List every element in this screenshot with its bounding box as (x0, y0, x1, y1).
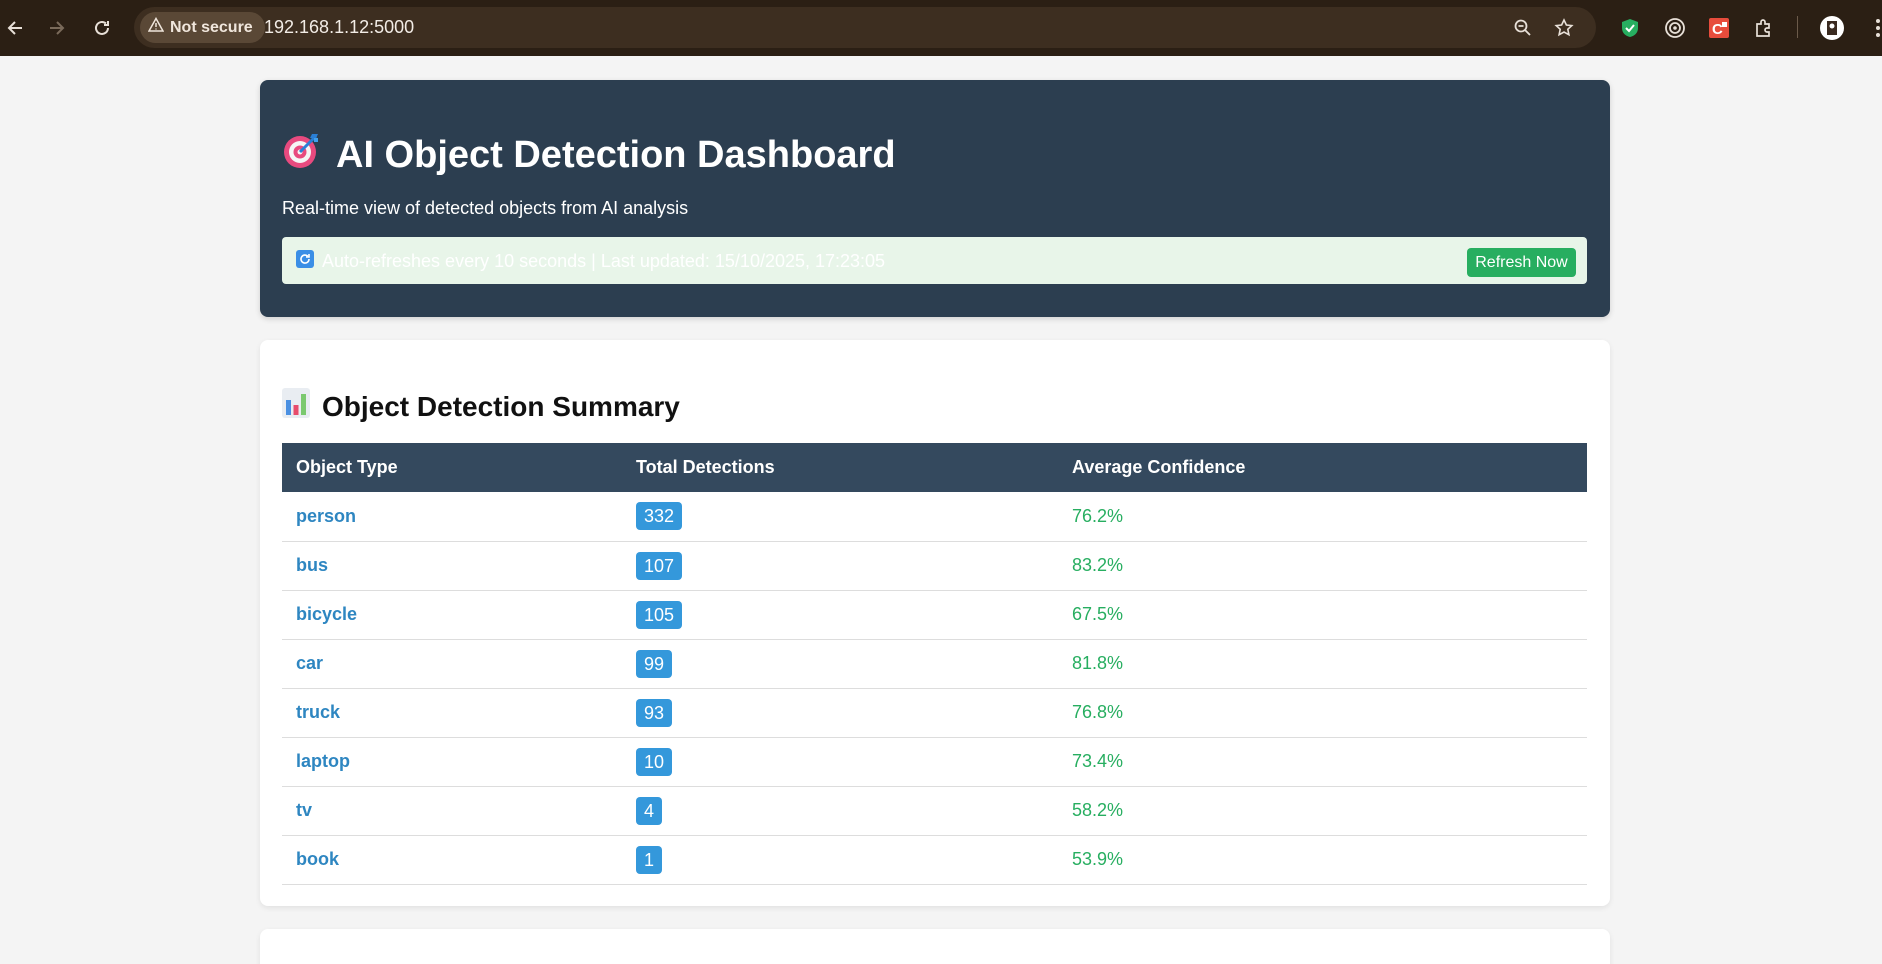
star-icon[interactable] (1552, 16, 1576, 40)
count-badge: 93 (636, 698, 673, 727)
zoom-icon[interactable] (1511, 16, 1535, 40)
table-header-row: Object Type Total Detections Average Con… (282, 443, 1587, 492)
object-type-cell[interactable]: tv (282, 786, 622, 835)
detections-cell: 4 (622, 786, 1058, 835)
refresh-now-button[interactable]: Refresh Now (1467, 248, 1576, 277)
object-type-cell[interactable]: book (282, 835, 622, 884)
shield-extension-icon[interactable] (1614, 12, 1646, 44)
object-type-cell[interactable]: laptop (282, 737, 622, 786)
detections-cell: 10 (622, 737, 1058, 786)
column-header-total-detections[interactable]: Total Detections (622, 443, 1058, 492)
warning-icon (147, 16, 165, 38)
bar-chart-icon (282, 388, 310, 425)
object-type-cell[interactable]: car (282, 639, 622, 688)
summary-title-text: Object Detection Summary (322, 390, 680, 422)
count-badge: 105 (636, 600, 683, 629)
object-type-cell[interactable]: bus (282, 541, 622, 590)
object-type-cell[interactable]: person (282, 492, 622, 541)
forward-icon[interactable] (40, 12, 72, 44)
kebab-menu-icon[interactable] (1862, 12, 1882, 44)
detections-cell: 99 (622, 639, 1058, 688)
count-badge: 10 (636, 747, 673, 776)
back-icon[interactable] (0, 12, 32, 44)
detections-cell: 1 (622, 835, 1058, 884)
target-icon (282, 130, 322, 180)
table-row: tv 4 58.2% (282, 786, 1587, 835)
object-type-cell[interactable]: bicycle (282, 590, 622, 639)
refresh-status-text: Auto-refreshes every 10 seconds | Last u… (322, 251, 886, 271)
table-row: car 99 81.8% (282, 639, 1587, 688)
table-row: truck 93 76.8% (282, 688, 1587, 737)
confidence-cell: 58.2% (1072, 800, 1124, 820)
column-header-average-confidence[interactable]: Average Confidence (1058, 443, 1587, 492)
detections-cell: 107 (622, 541, 1058, 590)
count-badge: 1 (636, 845, 663, 874)
refresh-status-bar: Auto-refreshes every 10 seconds | Last u… (282, 237, 1587, 284)
address-bar[interactable]: Not secure 192.168.1.12:5000 (134, 7, 1596, 48)
reload-icon[interactable] (86, 12, 118, 44)
security-chip[interactable]: Not secure (140, 12, 265, 43)
security-label: Not secure (170, 18, 253, 36)
c-extension-icon[interactable]: C (1703, 12, 1735, 44)
object-type-cell[interactable]: truck (282, 688, 622, 737)
dashboard-header: AI Object Detection Dashboard Real-time … (260, 80, 1610, 317)
confidence-cell: 73.4% (1072, 751, 1124, 771)
detections-cell: 93 (622, 688, 1058, 737)
browser-toolbar: Not secure 192.168.1.12:5000 C (0, 0, 1882, 56)
count-badge: 107 (636, 551, 683, 580)
table-row: bus 107 83.2% (282, 541, 1587, 590)
confidence-cell: 67.5% (1072, 604, 1124, 624)
svg-text:C: C (1712, 21, 1723, 38)
toolbar-separator (1797, 16, 1798, 38)
count-badge: 332 (636, 502, 683, 531)
title-text: AI Object Detection Dashboard (336, 133, 896, 176)
table-row: bicycle 105 67.5% (282, 590, 1587, 639)
confidence-cell: 53.9% (1072, 849, 1124, 869)
detections-cell: 105 (622, 590, 1058, 639)
refresh-status: Auto-refreshes every 10 seconds | Last u… (296, 250, 885, 273)
confidence-cell: 81.8% (1072, 653, 1124, 673)
refresh-icon (296, 250, 314, 273)
next-section-card (260, 929, 1610, 964)
column-header-object-type[interactable]: Object Type (282, 443, 622, 492)
table-row: person 332 76.2% (282, 492, 1587, 541)
url-text[interactable]: 192.168.1.12:5000 (264, 17, 414, 38)
profile-avatar[interactable] (1816, 12, 1848, 44)
detections-cell: 332 (622, 492, 1058, 541)
table-row: laptop 10 73.4% (282, 737, 1587, 786)
target-extension-icon[interactable] (1659, 12, 1691, 44)
summary-card: Object Detection Summary Object Type Tot… (260, 340, 1610, 906)
summary-table: Object Type Total Detections Average Con… (282, 443, 1587, 885)
puzzle-icon[interactable] (1748, 12, 1780, 44)
confidence-cell: 76.2% (1072, 505, 1124, 526)
summary-title: Object Detection Summary (282, 388, 680, 425)
confidence-cell: 83.2% (1072, 555, 1124, 575)
count-badge: 99 (636, 649, 673, 678)
table-row: book 1 53.9% (282, 835, 1587, 884)
count-badge: 4 (636, 796, 663, 825)
confidence-cell: 76.8% (1072, 702, 1124, 722)
subtitle: Real-time view of detected objects from … (282, 198, 689, 218)
page-title: AI Object Detection Dashboard (282, 130, 896, 180)
